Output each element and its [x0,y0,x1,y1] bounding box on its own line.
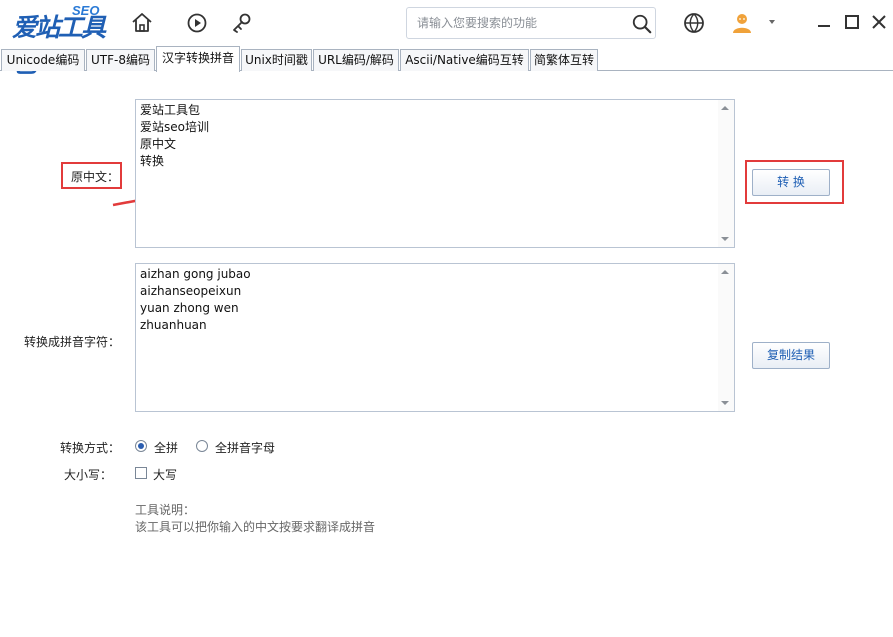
radio-pinyin-letters[interactable] [196,440,208,452]
uppercase-checkbox[interactable] [135,467,147,479]
copy-result-button[interactable]: 复制结果 [752,342,830,369]
title-bar: 爱站工具包 SEO [0,0,893,78]
tab-ascii-native[interactable]: Ascii/Native编码互转 [400,49,529,71]
uppercase-checkbox-label[interactable]: 大写 [153,466,177,483]
source-textarea[interactable]: 爱站工具包 爱站seo培训 原中文 转换 [136,100,734,247]
scroll-down-icon[interactable] [721,401,729,405]
radio-pinyin-letters-label[interactable]: 全拼音字母 [215,439,275,456]
browser-icon[interactable] [682,11,706,35]
case-label: 大小写： [64,468,113,482]
app-logo: 爱站工具包 SEO [12,3,116,78]
home-icon[interactable] [130,11,154,35]
source-scrollbar[interactable] [718,100,734,247]
radio-full-pinyin[interactable] [135,440,147,452]
convert-button[interactable]: 转 换 [752,169,830,196]
play-icon[interactable] [185,11,209,35]
tab-bar: Unicode编码 UTF-8编码 汉字转换拼音 Unix时间戳 URL编码/解… [0,46,893,72]
source-textarea-wrap[interactable]: 爱站工具包 爱站seo培训 原中文 转换 [135,99,735,248]
scroll-up-icon[interactable] [721,270,729,274]
tab-unicode[interactable]: Unicode编码 [1,49,85,71]
search-box[interactable] [406,7,656,39]
maximize-icon[interactable] [843,13,861,31]
minimize-icon[interactable] [815,13,833,31]
tab-utf8[interactable]: UTF-8编码 [86,49,155,71]
search-input[interactable] [417,14,617,32]
notes-text: 该工具可以把你输入的中文按要求翻译成拼音 [135,520,376,534]
radio-full-pinyin-label[interactable]: 全拼 [154,439,178,456]
scroll-up-icon[interactable] [721,106,729,110]
tab-url-encode[interactable]: URL编码/解码 [313,49,399,71]
user-avatar-icon[interactable] [730,11,754,35]
scroll-down-icon[interactable] [721,237,729,241]
mode-label: 转换方式： [60,441,121,455]
result-scrollbar[interactable] [718,264,734,411]
result-textarea[interactable]: aizhan gong jubao aizhanseopeixun yuan z… [136,264,734,411]
notes-title: 工具说明： [135,503,196,517]
result-label: 转换成拼音字符： [24,335,121,349]
tab-unix-time[interactable]: Unix时间戳 [241,49,312,71]
tab-hanzi-pinyin[interactable]: 汉字转换拼音 [156,46,240,72]
close-icon[interactable] [870,13,888,31]
logo-seo-text: SEO [72,3,100,18]
chevron-down-icon[interactable] [765,15,779,29]
tools-icon[interactable] [230,11,254,35]
result-textarea-wrap[interactable]: aizhan gong jubao aizhanseopeixun yuan z… [135,263,735,412]
tab-simplified-traditional[interactable]: 简繁体互转 [530,49,598,71]
search-icon[interactable] [631,13,653,35]
